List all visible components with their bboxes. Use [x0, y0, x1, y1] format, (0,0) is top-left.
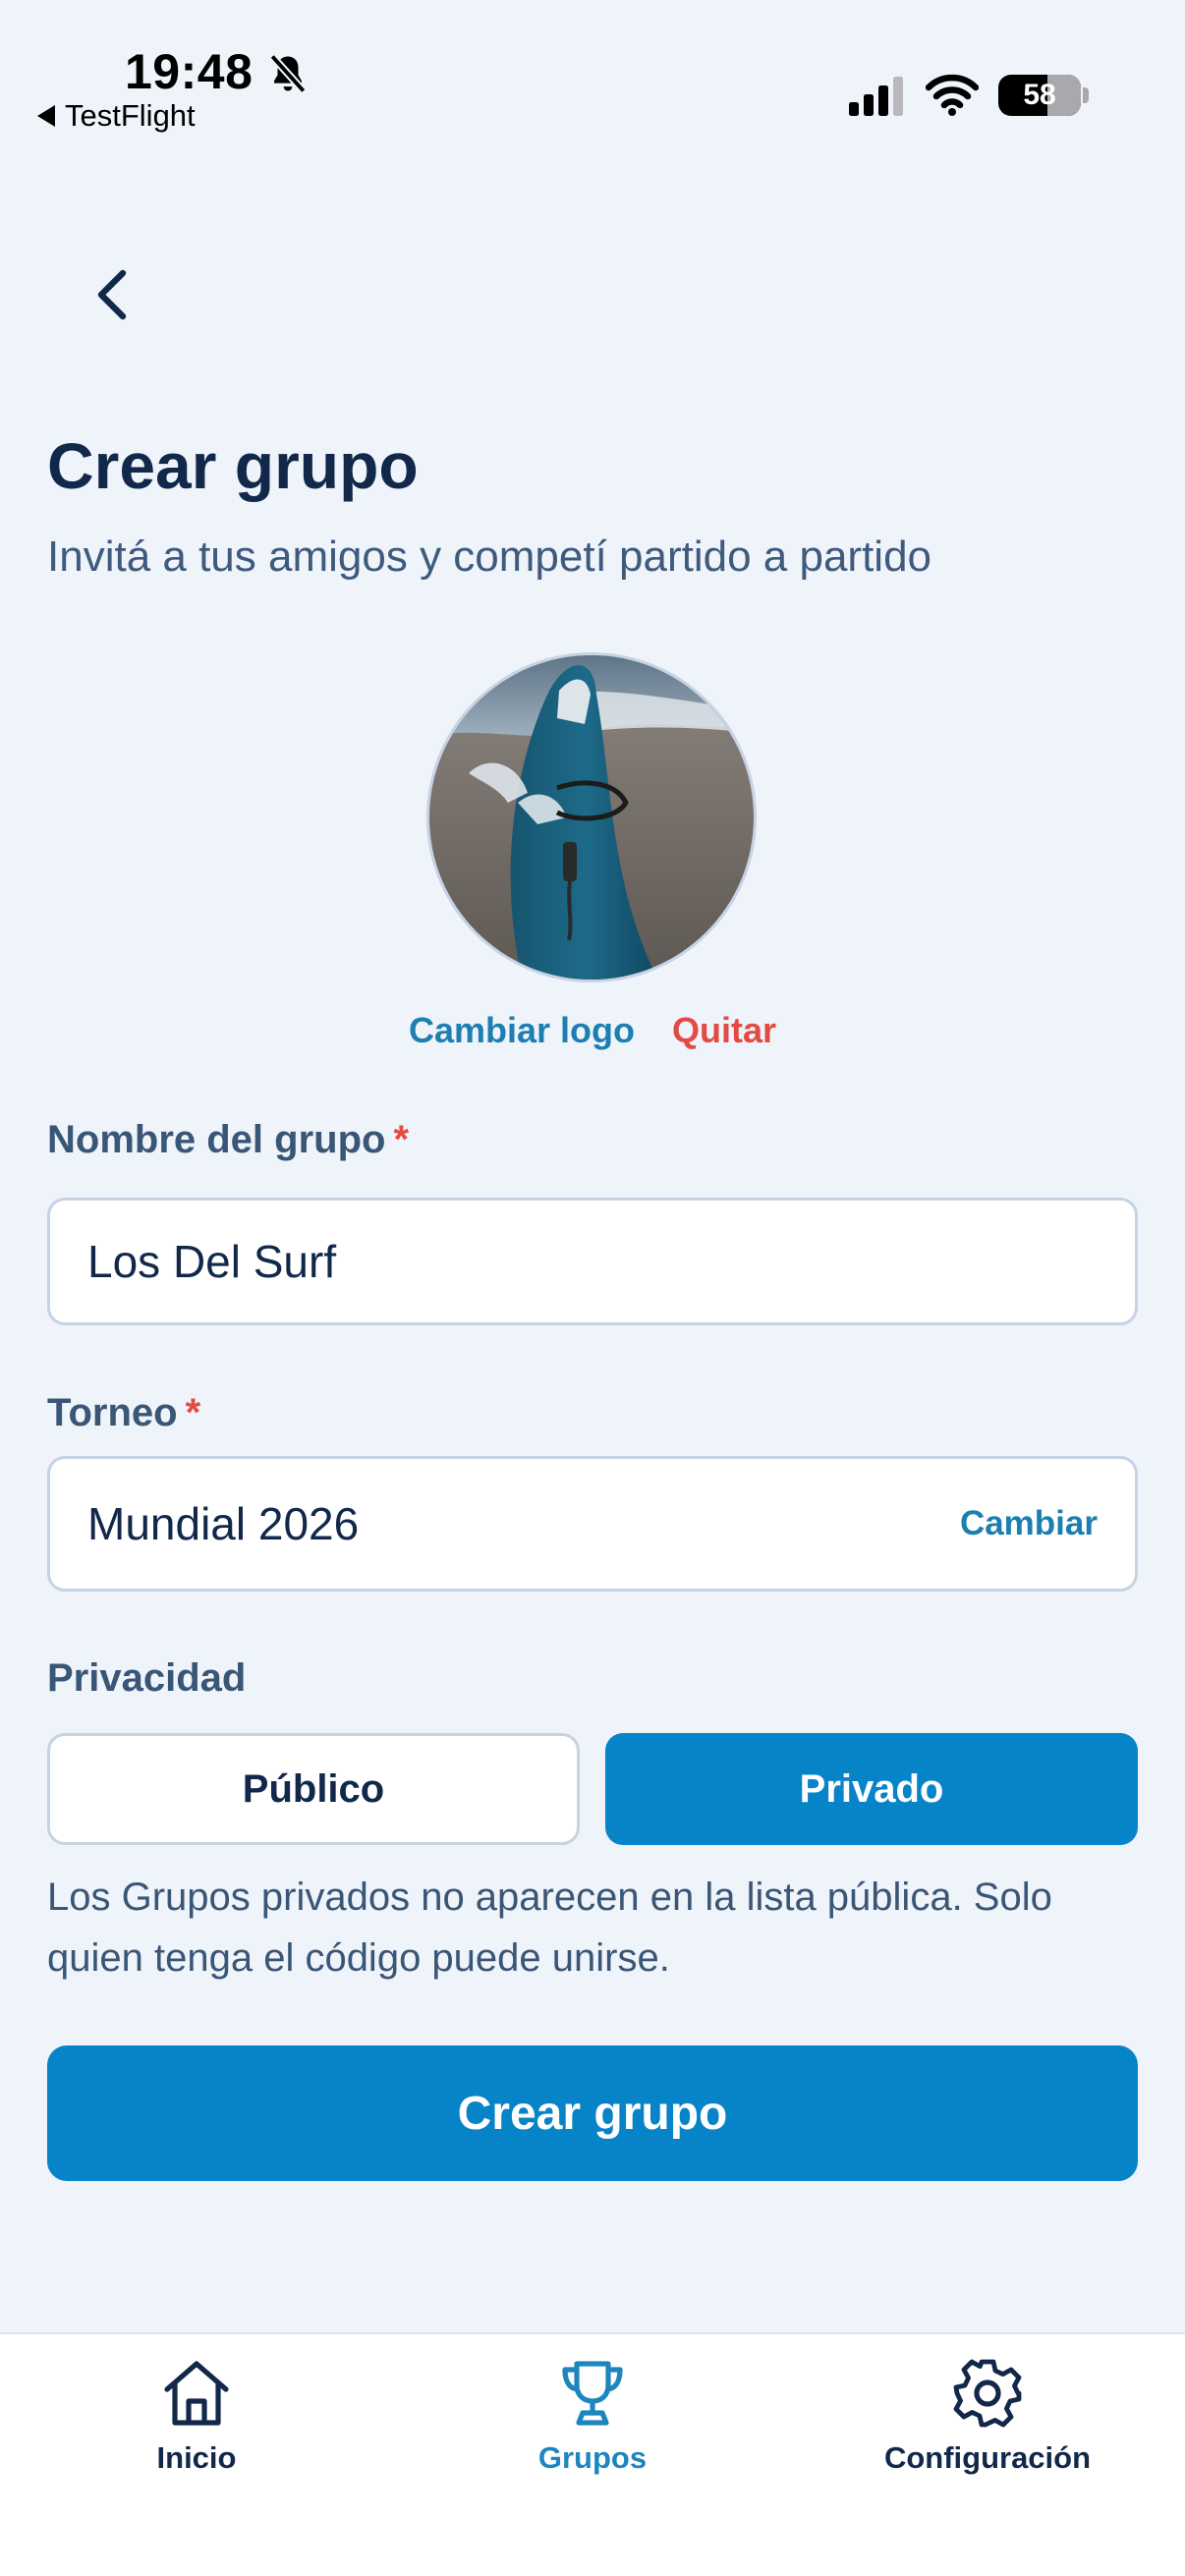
- tab-inicio-label: Inicio: [156, 2440, 237, 2475]
- page-title: Crear grupo: [47, 429, 419, 502]
- bell-slash-icon: [269, 53, 307, 94]
- back-button[interactable]: [79, 257, 147, 332]
- privacy-private-option[interactable]: Privado: [605, 1733, 1138, 1845]
- privacy-help-text: Los Grupos privados no aparecen en la li…: [47, 1876, 1052, 1980]
- tournament-value: Mundial 2026: [87, 1498, 360, 1549]
- create-group-screen: 19:48 TestFlight 58 Crear grupo Invitá a…: [0, 0, 1185, 2576]
- required-mark: *: [393, 1118, 410, 1161]
- tab-configuracion-label: Configuración: [883, 2440, 1092, 2475]
- surfboard-photo: [429, 655, 754, 980]
- tournament-label: Torneo *: [47, 1391, 200, 1435]
- group-name-label: Nombre del grupo *: [47, 1118, 409, 1162]
- group-name-input[interactable]: Los Del Surf: [47, 1198, 1138, 1325]
- trophy-icon: [562, 2361, 623, 2426]
- tab-bar: Inicio Grupos Configuración: [0, 2332, 1185, 2576]
- back-to-app-link[interactable]: TestFlight: [37, 98, 196, 134]
- tournament-field[interactable]: Mundial 2026 Cambiar: [47, 1456, 1138, 1592]
- tournament-label-text: Torneo: [47, 1391, 178, 1434]
- privacy-public-option[interactable]: Público: [47, 1733, 580, 1845]
- wifi-icon: [926, 74, 979, 116]
- tab-grupos-label: Grupos: [537, 2440, 648, 2475]
- battery-indicator: 58: [998, 75, 1081, 116]
- status-time: 19:48: [125, 44, 254, 99]
- change-logo-button[interactable]: Cambiar logo: [409, 1010, 635, 1051]
- group-name-label-text: Nombre del grupo: [47, 1118, 386, 1161]
- back-triangle-icon: [37, 105, 55, 127]
- battery-level: 58: [1023, 79, 1056, 111]
- logo-actions: Cambiar logo Quitar: [0, 1010, 1185, 1051]
- required-mark: *: [185, 1391, 201, 1434]
- privacy-label: Privacidad: [47, 1656, 247, 1700]
- tab-inicio[interactable]: Inicio: [39, 2354, 354, 2476]
- home-icon: [164, 2361, 229, 2426]
- chevron-left-icon: [97, 269, 127, 320]
- create-group-button[interactable]: Crear grupo: [47, 2045, 1138, 2181]
- tab-grupos[interactable]: Grupos: [435, 2354, 750, 2476]
- group-name-value: Los Del Surf: [87, 1236, 337, 1287]
- tab-configuracion[interactable]: Configuración: [830, 2354, 1145, 2476]
- gear-icon: [953, 2359, 1022, 2428]
- change-tournament-button[interactable]: Cambiar: [960, 1504, 1098, 1543]
- cellular-signal-icon: [849, 77, 903, 116]
- back-app-label: TestFlight: [65, 98, 196, 133]
- group-logo-image[interactable]: [426, 652, 757, 982]
- page-subtitle: Invitá a tus amigos y competí partido a …: [47, 532, 932, 581]
- remove-logo-button[interactable]: Quitar: [672, 1010, 776, 1051]
